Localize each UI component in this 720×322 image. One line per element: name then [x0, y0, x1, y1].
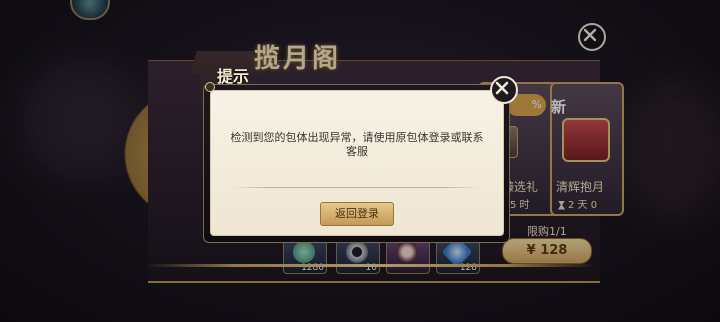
dialog-close-button[interactable] [490, 76, 518, 104]
dialog-divider [232, 187, 480, 188]
dialog-message: 检测到您的包体出现异常，请使用原包体登录或联系客服 [230, 131, 484, 158]
dialog-corner-ornament [205, 82, 215, 92]
return-login-button[interactable]: 返回登录 [320, 202, 394, 226]
close-icon [495, 81, 509, 95]
